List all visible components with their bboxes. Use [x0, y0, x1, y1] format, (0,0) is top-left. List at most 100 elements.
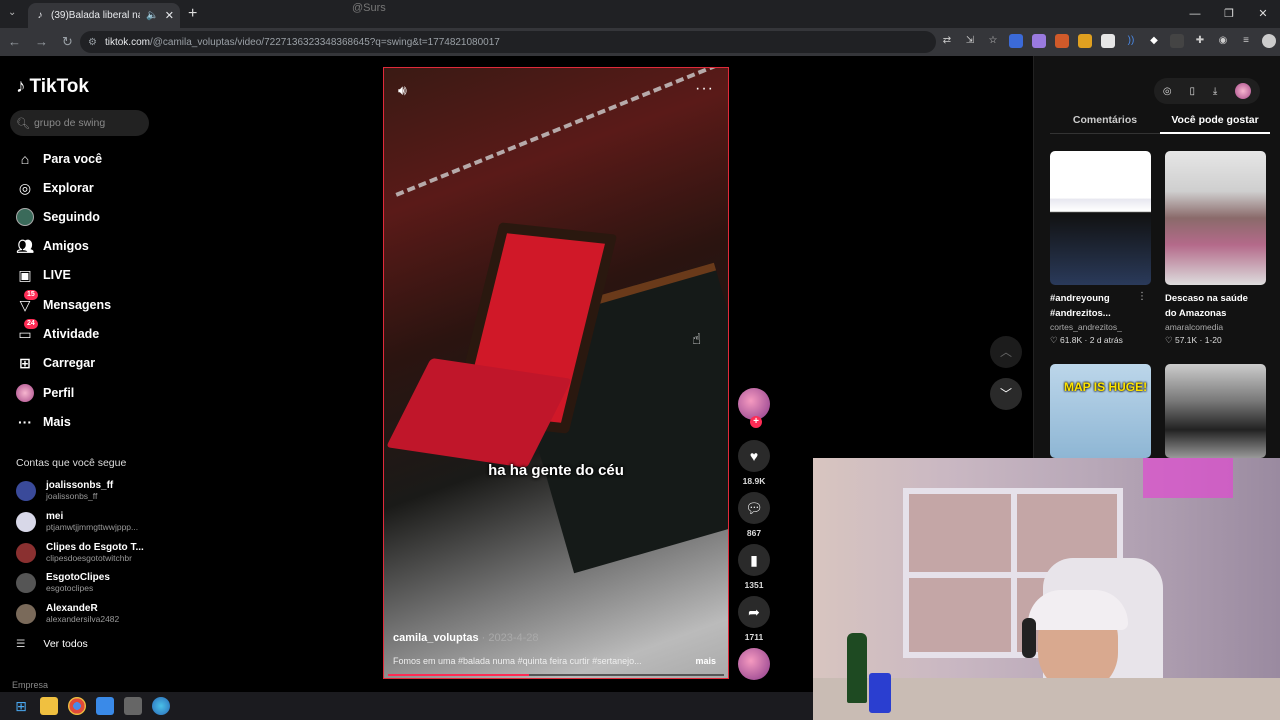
download-icon[interactable]: ⤓ — [1213, 86, 1217, 97]
sidebar-item-perfil[interactable]: Perfil — [16, 384, 74, 402]
tab-comentarios[interactable]: Comentários — [1050, 114, 1160, 134]
card-author[interactable]: amaralcomedia — [1165, 322, 1266, 332]
restore-icon[interactable]: ❐ — [1212, 0, 1246, 28]
chevron-up-icon: ︿ — [999, 345, 1012, 359]
tab-close-icon[interactable]: ✕ — [165, 9, 174, 22]
share-icon: ➦ — [748, 604, 760, 620]
sidebar-item-explorar[interactable]: ◎ Explorar — [16, 179, 94, 197]
sidebar-item-label: LIVE — [43, 268, 71, 282]
forward-icon[interactable]: → — [35, 34, 48, 50]
url-path: /@camila_voluptas/video/7227136323348368… — [149, 36, 500, 48]
extension-8-icon[interactable] — [1170, 34, 1184, 48]
following-account[interactable]: EsgotoClipes esgotoclipes — [16, 572, 110, 593]
recommended-video-card[interactable] — [1165, 364, 1266, 458]
video-author[interactable]: camila_voluptas · 2023-4-28 — [393, 632, 539, 644]
recommended-video-card[interactable]: ⋮ #andreyoung #andrezitos... cortes_andre… — [1050, 151, 1151, 346]
sound-avatar[interactable] — [738, 648, 770, 680]
sidebar-item-live[interactable]: ▣ LIVE — [16, 266, 71, 284]
tab-voce-pode-gostar[interactable]: Você pode gostar — [1160, 114, 1270, 134]
notepad-icon[interactable] — [96, 697, 114, 715]
profile-avatar-icon[interactable] — [1262, 34, 1276, 48]
search-box[interactable]: 🔍︎ — [10, 110, 149, 136]
sidebar-item-label: Para você — [43, 152, 103, 166]
compass-icon[interactable]: ◎ — [1163, 86, 1172, 97]
sidebar-item-mensagens[interactable]: ▽ 15 Mensagens — [16, 290, 111, 314]
card-author[interactable]: cortes_andrezitos_ — [1050, 322, 1151, 332]
sidebar-item-mais[interactable]: ··· Mais — [16, 413, 71, 431]
tab-search-icon[interactable]: ⌄ — [8, 7, 16, 18]
reload-icon[interactable]: ↻ — [62, 34, 73, 50]
account-handle: esgotoclipes — [46, 583, 94, 593]
device-icon[interactable]: ▯ — [1189, 86, 1195, 97]
save-count: 1351 — [744, 580, 764, 590]
install-app-icon[interactable]: ⇲ — [963, 34, 977, 48]
like-button[interactable]: ♥ — [738, 440, 770, 472]
window-close-icon[interactable]: ✕ — [1246, 0, 1280, 28]
video-username[interactable]: camila_voluptas — [393, 632, 479, 644]
account-name: EsgotoClipes — [46, 572, 110, 583]
comment-icon: 💬︎ — [745, 500, 763, 516]
card-more-icon[interactable]: ⋮ — [1137, 291, 1147, 302]
minimize-icon[interactable]: — — [1178, 0, 1212, 28]
sidebar-item-label: Atividade — [43, 327, 100, 341]
translate-icon[interactable]: ⇄ — [940, 34, 954, 48]
windows-start-icon[interactable]: ⊞ — [12, 697, 30, 715]
chrome-icon[interactable] — [68, 697, 86, 715]
share-button[interactable]: ➦ — [738, 596, 770, 628]
calculator-icon[interactable] — [124, 697, 142, 715]
recommended-video-card[interactable]: MAP IS HUGE! — [1050, 364, 1151, 458]
back-icon[interactable]: ← — [8, 34, 21, 50]
creator-avatar[interactable]: + — [738, 388, 770, 428]
extension-6-icon[interactable]: )) — [1124, 34, 1138, 48]
following-account[interactable]: AlexandeR alexandersilva2482 — [16, 603, 119, 624]
recommended-video-card[interactable]: Descaso na saúde do Amazonas amaralcomedi… — [1165, 151, 1266, 346]
reading-list-icon[interactable]: ≡ — [1239, 34, 1253, 48]
search-input[interactable] — [33, 117, 144, 129]
comment-button[interactable]: 💬︎ — [738, 492, 770, 524]
user-avatar[interactable] — [1235, 83, 1252, 99]
sidebar-item-seguindo[interactable]: Seguindo — [16, 208, 100, 226]
description-more-button[interactable]: mais — [695, 656, 716, 666]
url-field[interactable]: ⚙ tiktok.com/@camila_voluptas/video/7227… — [80, 31, 936, 53]
bookmark-star-icon[interactable]: ☆ — [986, 34, 1000, 48]
sidebar-item-para-voce[interactable]: ⌂ Para você — [16, 150, 102, 168]
following-account[interactable]: joalissonbs_ff joalissonbs_ff — [16, 480, 113, 501]
video-progress-bar[interactable] — [388, 674, 724, 676]
company-link[interactable]: Empresa — [12, 680, 48, 690]
tiktok-note-icon: ♪ — [16, 76, 26, 97]
extensions-puzzle-icon[interactable]: ✚ — [1193, 34, 1207, 48]
browser-tab[interactable]: ♪ (39)Balada liberal na quinta 🔈 ✕ — [28, 3, 180, 28]
tiktok-logo[interactable]: ♪ TikTok — [16, 76, 89, 98]
see-all-link[interactable]: ☰ Ver todos — [16, 638, 88, 650]
globe-app-icon[interactable] — [152, 697, 170, 715]
video-date: 2023-4-28 — [488, 632, 539, 644]
following-account[interactable]: Clipes do Esgoto T... clipesdoesgototwitc… — [16, 542, 144, 563]
file-explorer-icon[interactable] — [40, 697, 58, 715]
volume-icon[interactable]: 🔊︎ — [398, 82, 407, 99]
video-player[interactable]: 🔊︎ ··· ha ha gente do céu camila_volupta… — [383, 67, 729, 679]
sidebar-item-carregar[interactable]: ⊞ Carregar — [16, 354, 95, 372]
extension-4-icon[interactable] — [1078, 34, 1092, 48]
browser-nav-buttons: ← → ↻ — [8, 34, 73, 50]
video-more-options-icon[interactable]: ··· — [695, 80, 714, 98]
next-video-button[interactable]: ﹀ — [990, 378, 1022, 410]
avatar — [16, 542, 36, 563]
home-icon: ⌂ — [20, 151, 30, 167]
extension-2-icon[interactable] — [1032, 34, 1046, 48]
profile-sync-icon[interactable]: ◉ — [1216, 34, 1230, 48]
previous-video-button[interactable]: ︿ — [990, 336, 1022, 368]
tab-audio-icon[interactable]: 🔈 — [146, 10, 158, 21]
more-icon: ··· — [18, 414, 32, 430]
sidebar-item-amigos[interactable]: 👥︎ Amigos — [16, 237, 89, 255]
extension-7-icon[interactable]: ◆ — [1147, 34, 1161, 48]
extension-3-icon[interactable] — [1055, 34, 1069, 48]
new-tab-button[interactable]: + — [188, 5, 197, 23]
sidebar-item-label: Carregar — [43, 356, 96, 370]
extension-5-icon[interactable] — [1101, 34, 1115, 48]
following-account[interactable]: mei ptjamwtjjmmgttwwjppp... — [16, 511, 138, 532]
save-button[interactable]: ▮ — [738, 544, 770, 576]
extension-1-icon[interactable] — [1009, 34, 1023, 48]
follow-plus-icon[interactable]: + — [750, 416, 762, 428]
site-info-icon[interactable]: ⚙ — [88, 37, 97, 48]
sidebar-item-atividade[interactable]: ▭ 24 Atividade — [16, 319, 100, 343]
